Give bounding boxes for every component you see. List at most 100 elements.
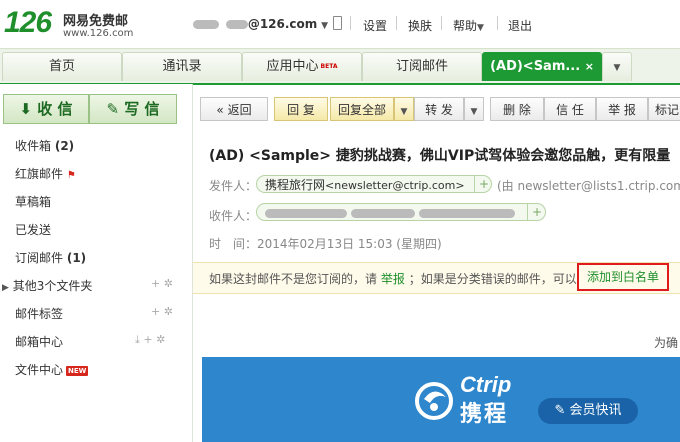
sidebar-item-label: 红旗邮件: [15, 167, 64, 181]
tab-home[interactable]: 首页: [2, 52, 122, 81]
sidebar-item-label: 订阅邮件: [15, 251, 64, 265]
mailbox-center-actions: ⤓ + ✲: [135, 333, 165, 347]
tab-current-mail[interactable]: (AD)<Sam... ×: [482, 52, 602, 81]
add-contact-icon[interactable]: +: [527, 203, 546, 221]
forward-button[interactable]: 转 发: [414, 97, 464, 121]
tab-current-mail-label: (AD)<Sam...: [490, 59, 581, 74]
sidebar-item-label: 收件箱: [15, 139, 52, 153]
chevron-down-icon: ▼: [477, 23, 484, 33]
sidebar-item-label: 文件中心: [15, 363, 64, 377]
reply-all-dropdown[interactable]: ▼: [394, 97, 414, 121]
nav-divider: [441, 16, 442, 30]
time-value: 2014年02月13日 15:03 (星期四): [257, 237, 442, 251]
add-icon[interactable]: +: [151, 305, 160, 318]
sidebar-item-other-folders[interactable]: ▶ 其他3个文件夹: [2, 277, 92, 294]
nav-skin[interactable]: 换肤: [408, 17, 432, 34]
chevron-down-icon: ▼: [470, 107, 478, 117]
report-button[interactable]: 举 报: [596, 97, 648, 121]
forward-dropdown[interactable]: ▼: [464, 97, 484, 121]
tag-actions: + ✲: [151, 305, 173, 318]
account-name-blurred: [225, 20, 248, 29]
pen-icon: ✎: [554, 403, 566, 418]
member-news-label: 会员快讯: [569, 403, 622, 418]
reply-button[interactable]: 回 复: [274, 97, 328, 121]
recipient-chip[interactable]: [256, 203, 546, 221]
member-news-badge: ✎ 会员快讯: [538, 398, 638, 424]
notice-middle: ；如果是分类错误的邮件，可以: [408, 272, 577, 286]
account-menu[interactable]: @126.com ▼: [193, 17, 328, 31]
download-icon: ⬇: [19, 100, 33, 118]
unread-count: (2): [54, 139, 75, 153]
sidebar-item-label: 其他3个文件夹: [12, 279, 93, 293]
gear-icon[interactable]: ✲: [164, 277, 173, 290]
sidebar-item-mailbox-center[interactable]: 邮箱中心: [15, 333, 63, 350]
body-hint: 为确: [654, 336, 679, 350]
recipient-blurred: [350, 209, 415, 218]
sidebar-item-tags[interactable]: 邮件标签: [15, 305, 63, 322]
chevron-right-icon[interactable]: ▶: [2, 283, 9, 293]
chevron-down-icon: ▼: [613, 63, 621, 73]
logo-url: www.126.com: [63, 28, 134, 39]
receive-button[interactable]: ⬇ 收 信: [3, 94, 89, 124]
notice-text: 如果这封邮件不是您订阅的，请 举报 ；如果是分类错误的邮件，可以: [209, 270, 577, 287]
time-label: 时 间：: [209, 237, 258, 251]
back-button[interactable]: « 返回: [200, 97, 268, 121]
nav-divider: [396, 16, 397, 30]
sidebar-item-sent[interactable]: 已发送: [15, 221, 51, 238]
tab-app-center[interactable]: 应用中心 BETA: [242, 52, 362, 81]
logo-name: 网易免费邮: [63, 14, 129, 29]
sidebar-item-inbox[interactable]: 收件箱 (2): [15, 137, 74, 154]
gear-icon[interactable]: ✲: [164, 305, 173, 318]
back-label: 返回: [227, 103, 252, 117]
tag-button[interactable]: 标记: [648, 97, 680, 121]
receive-label: 收 信: [37, 100, 73, 118]
account-name-blurred: [193, 20, 219, 29]
add-icon[interactable]: +: [143, 333, 152, 346]
back-arrow-icon: «: [216, 103, 224, 117]
sidebar-item-drafts[interactable]: 草稿箱: [15, 193, 51, 210]
notice-report-link[interactable]: 举报: [381, 272, 405, 286]
unread-count: (1): [66, 251, 87, 265]
trust-button[interactable]: 信 任: [544, 97, 596, 121]
tab-app-center-label: 应用中心: [266, 59, 319, 74]
reply-all-button[interactable]: 回复全部: [330, 97, 394, 121]
close-icon[interactable]: ×: [585, 60, 594, 73]
mail-subject: (AD) <Sample> 捷豹挑战赛，佛山VIP试驾体验会邀您品触，更有限量: [209, 148, 671, 164]
nav-logout[interactable]: 退出: [508, 17, 532, 34]
nav-help[interactable]: 帮助▼: [453, 17, 484, 34]
mobile-phone-icon[interactable]: [333, 16, 342, 30]
sender-email: <newsletter@ctrip.com>: [325, 179, 465, 192]
compose-icon: ✎: [106, 100, 120, 118]
sender-chip[interactable]: 携程旅行网<newsletter@ctrip.com>: [256, 175, 492, 193]
nav-settings[interactable]: 设置: [363, 17, 387, 34]
tab-contacts[interactable]: 通讯录: [122, 52, 242, 81]
nav-divider: [350, 16, 351, 30]
add-to-whitelist-link[interactable]: 添加到白名单: [577, 263, 669, 291]
notice-prefix: 如果这封邮件不是您订阅的，请: [209, 272, 378, 286]
download-icon[interactable]: ⤓: [135, 333, 140, 346]
add-contact-icon[interactable]: +: [474, 175, 493, 193]
logo-126[interactable]: 126: [4, 6, 52, 40]
sender-name: 携程旅行网: [265, 178, 326, 192]
tab-subscriptions[interactable]: 订阅邮件: [362, 52, 482, 81]
chevron-down-icon[interactable]: ▼: [321, 21, 328, 31]
folder-actions: + ✲: [151, 277, 173, 290]
ctrip-brand-cn: 携程: [460, 402, 509, 427]
nav-divider: [497, 16, 498, 30]
ctrip-dolphin-logo-icon: [414, 381, 454, 421]
gear-icon[interactable]: ✲: [156, 333, 165, 346]
compose-label: 写 信: [124, 100, 160, 118]
sidebar-item-flagged[interactable]: 红旗邮件 ⚑: [15, 165, 76, 182]
sidebar-item-subscriptions[interactable]: 订阅邮件 (1): [15, 249, 86, 266]
add-icon[interactable]: +: [151, 277, 160, 290]
account-domain: @126.com: [247, 17, 318, 31]
nav-help-label: 帮助: [453, 19, 478, 33]
delete-button[interactable]: 删 除: [490, 97, 544, 121]
compose-button[interactable]: ✎ 写 信: [89, 94, 177, 124]
recipient-blurred: [418, 209, 515, 218]
sidebar-item-file-center[interactable]: 文件中心 NEW: [15, 361, 89, 378]
tab-more-button[interactable]: ▼: [602, 52, 632, 81]
red-flag-icon: ⚑: [66, 170, 76, 181]
ctrip-wordmark: Ctrip: [460, 372, 512, 397]
chevron-down-icon: ▼: [400, 107, 408, 117]
